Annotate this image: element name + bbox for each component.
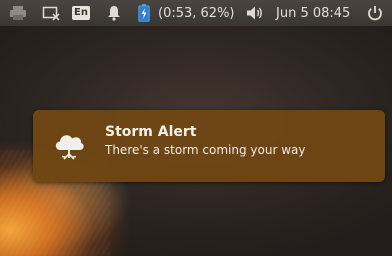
- keyboard-layout-label: En: [72, 6, 90, 20]
- printer-icon[interactable]: [6, 0, 30, 26]
- battery-charging-icon[interactable]: [136, 0, 152, 26]
- clock[interactable]: Jun 5 08:45: [276, 0, 350, 26]
- display-icon[interactable]: [40, 0, 62, 26]
- volume-icon[interactable]: [244, 0, 266, 26]
- notification-bubble[interactable]: Storm Alert There's a storm coming your …: [33, 110, 385, 182]
- bell-icon[interactable]: [104, 0, 124, 26]
- notification-body: There's a storm coming your way: [105, 143, 306, 157]
- storm-cloud-icon: [51, 128, 87, 164]
- battery-status-text[interactable]: (0:53, 62%): [158, 0, 235, 26]
- notification-title: Storm Alert: [105, 124, 197, 140]
- top-panel: En (0:53, 62%) Jun 5 08:45: [0, 0, 392, 26]
- power-icon[interactable]: [364, 0, 386, 26]
- keyboard-layout-icon[interactable]: En: [70, 0, 92, 26]
